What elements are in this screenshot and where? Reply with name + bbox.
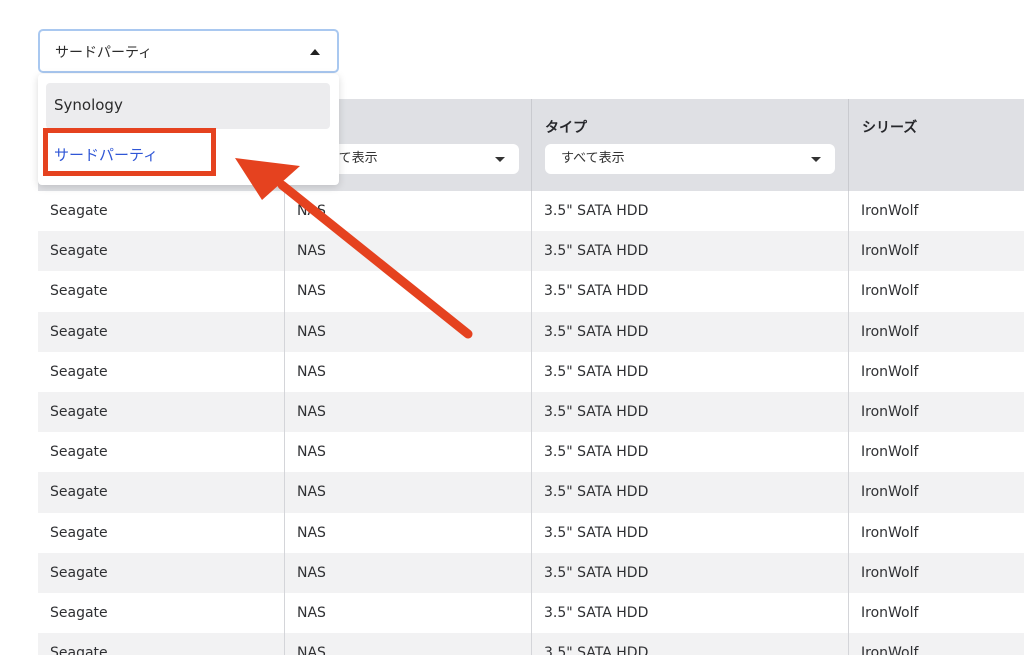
annotation-arrow: [235, 158, 473, 339]
arrow-shaft: [277, 180, 473, 339]
